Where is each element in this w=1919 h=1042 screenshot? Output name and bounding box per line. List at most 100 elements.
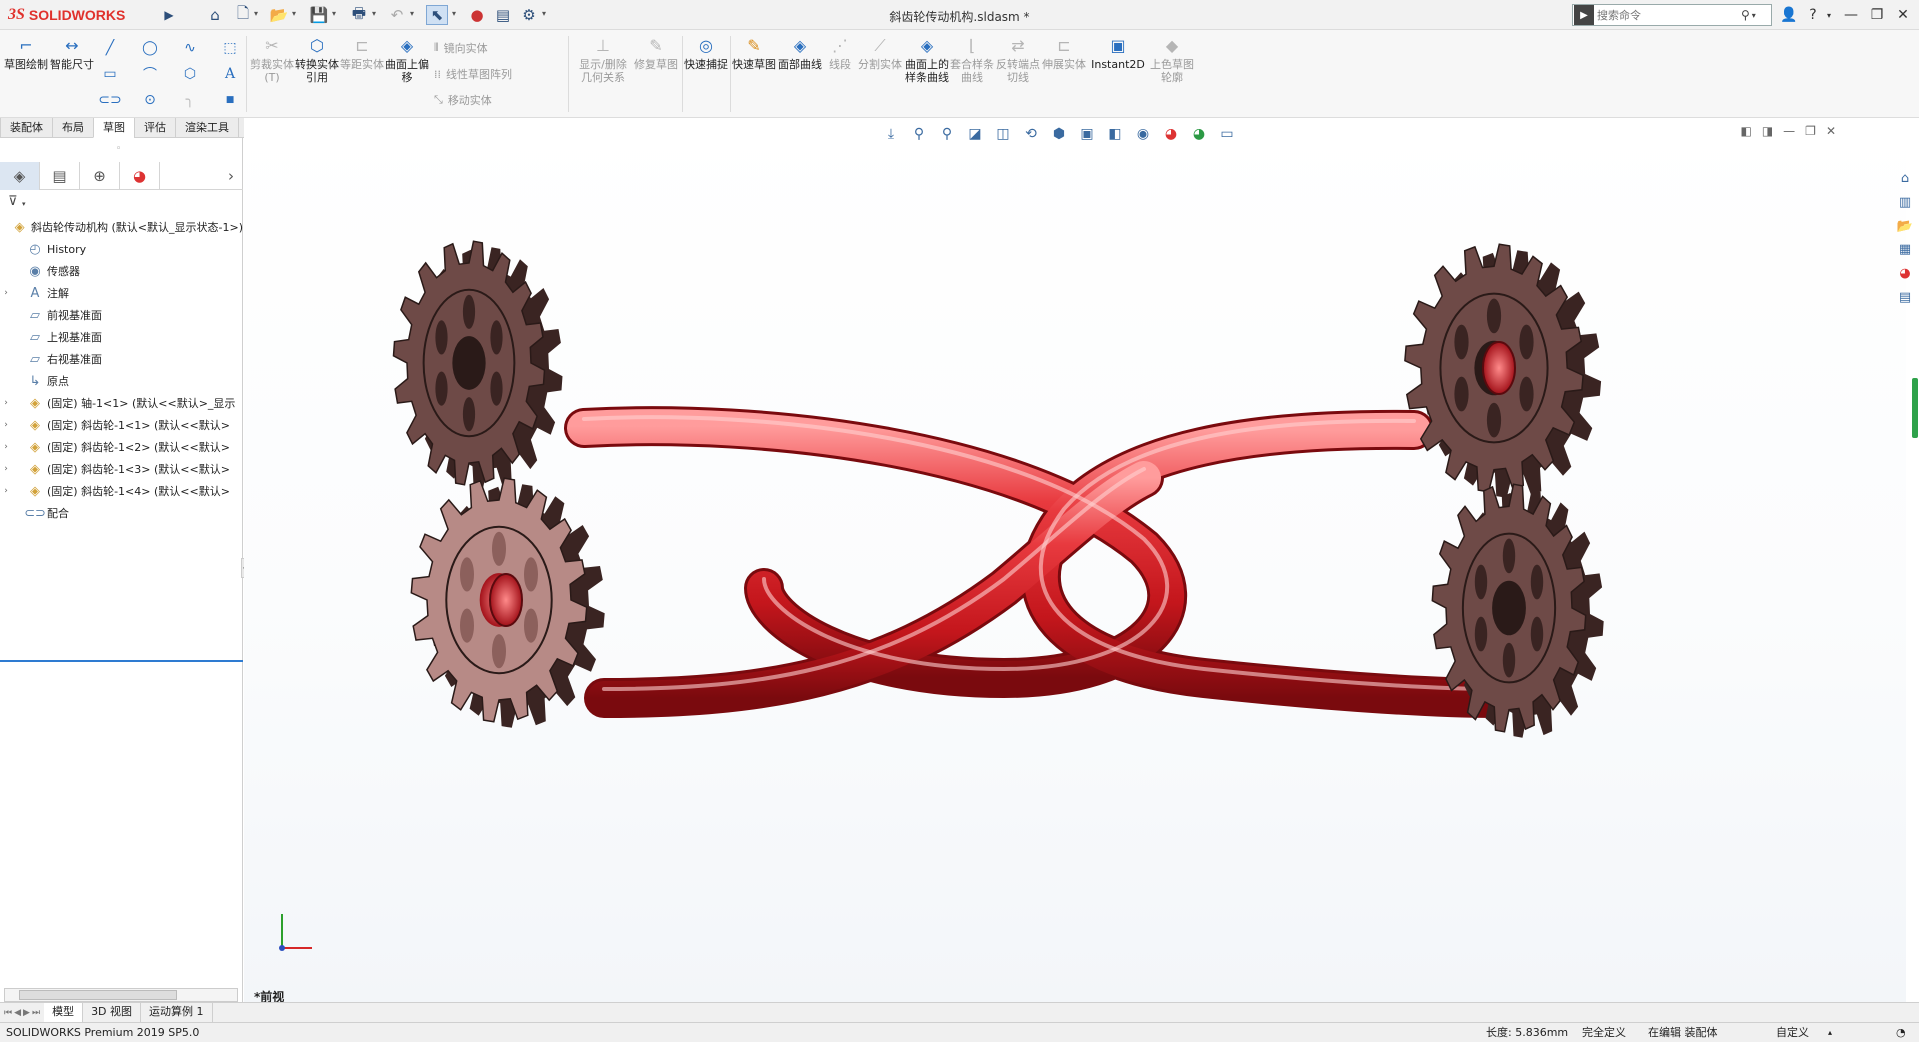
new-dropdown-icon[interactable]: ▾ — [254, 9, 258, 18]
panel-grip-icon[interactable]: ◦ — [116, 144, 121, 154]
expand-toggle-icon[interactable]: › — [0, 420, 12, 430]
spline-icon[interactable]: ∿ — [180, 38, 200, 58]
point-icon[interactable]: ⊙ — [140, 90, 160, 110]
expand-toggle-icon[interactable]: › — [0, 442, 12, 452]
user-icon[interactable]: 👤 — [1778, 5, 1800, 25]
scrollbar-thumb[interactable] — [19, 990, 177, 1000]
save-dropdown-icon[interactable]: ▾ — [332, 9, 336, 18]
help-dropdown-icon[interactable]: ▾ — [1818, 5, 1840, 25]
dashed-rect-icon[interactable]: ⬚ — [220, 38, 240, 58]
tree-item[interactable]: ▱ 前视基准面 — [0, 304, 243, 326]
view-palette-icon[interactable]: ▦ — [1894, 239, 1916, 261]
bottom-tab[interactable]: 模型 — [44, 1003, 84, 1022]
command-tab[interactable]: 布局 — [52, 118, 94, 138]
units-selector[interactable]: 自定义 — [1776, 1023, 1809, 1042]
menu-expand-icon[interactable]: ▶ — [158, 5, 180, 25]
linear-pattern-button[interactable]: ⁞⁞ 线性草图阵列 — [434, 66, 512, 82]
model-scene[interactable] — [244, 118, 1906, 1002]
next-tab-icon[interactable]: ▶ — [23, 1008, 30, 1018]
search-commands-icon[interactable]: ▶ — [1574, 5, 1594, 25]
tree-horizontal-scrollbar[interactable] — [4, 988, 238, 1002]
feature-manager-tab-icon[interactable]: ◈ — [0, 162, 40, 190]
expand-toggle-icon[interactable]: › — [0, 486, 12, 496]
tree-item[interactable]: › ◈ (固定) 轴-1<1> (默认<<默认>_显示 — [0, 392, 243, 414]
design-library-icon[interactable]: ▥ — [1894, 192, 1916, 214]
tree-item[interactable]: ▱ 上视基准面 — [0, 326, 243, 348]
open-dropdown-icon[interactable]: ▾ — [292, 9, 296, 18]
face-curves-button[interactable]: ◈ 面部曲线 — [778, 34, 822, 71]
tree-item[interactable]: ◉ 传感器 — [0, 260, 243, 282]
filter-dropdown-icon[interactable]: ▾ — [22, 200, 26, 208]
tree-item[interactable]: ⊂⊃ 配合 — [0, 502, 243, 524]
plane-small-icon[interactable]: ■ — [220, 90, 240, 110]
convert-entities-button[interactable]: ⬡ 转换实体引用 — [295, 34, 339, 84]
property-manager-tab-icon[interactable]: ▤ — [40, 162, 80, 190]
options-gear-icon[interactable]: ⚙ — [518, 5, 540, 25]
expand-toggle-icon[interactable]: › — [0, 464, 12, 474]
rebuild-icon[interactable]: ● — [466, 5, 488, 25]
repair-sketch-button[interactable]: ✎ 修复草图 — [634, 34, 678, 71]
graphics-area[interactable]: ⤓ ⚲ ⚲ ◪ ◫ ⟲ ⬢ ▣ ◧ ◉ ◕ ◕ ▭ ◧ ◨ — ❐ ✕ *前视 — [244, 118, 1906, 1004]
tree-item[interactable]: › A 注解 — [0, 282, 243, 304]
configuration-manager-tab-icon[interactable]: ⊕ — [80, 162, 120, 190]
command-tab[interactable]: 评估 — [134, 118, 176, 138]
undo-icon[interactable]: ↶ — [386, 5, 408, 25]
select-dropdown-icon[interactable]: ▾ — [452, 9, 456, 18]
undo-dropdown-icon[interactable]: ▾ — [410, 9, 414, 18]
panel-expand-icon[interactable]: › — [219, 162, 243, 190]
appearances-icon[interactable]: ◕ — [1894, 263, 1916, 285]
new-document-icon[interactable]: 🗋 — [232, 4, 254, 25]
line-icon[interactable]: ╱ — [100, 38, 120, 58]
rollback-bar[interactable] — [0, 660, 243, 662]
options-dropdown-icon[interactable]: ▾ — [542, 9, 546, 18]
select-icon[interactable]: ⬉ — [426, 5, 448, 25]
solidworks-resources-icon[interactable]: ⌂ — [1894, 168, 1916, 190]
stretch-entities-button[interactable]: ⊏ 伸展实体 — [1042, 34, 1086, 71]
save-icon[interactable]: 💾 — [308, 5, 330, 25]
tree-item[interactable]: › ◈ (固定) 斜齿轮-1<1> (默认<<默认> — [0, 414, 243, 436]
slot-icon[interactable]: ⊂⊃ — [98, 90, 121, 110]
print-dropdown-icon[interactable]: ▾ — [372, 9, 376, 18]
tree-item[interactable]: › ◈ (固定) 斜齿轮-1<3> (默认<<默认> — [0, 458, 243, 480]
last-tab-icon[interactable]: ⏭ — [32, 1008, 40, 1018]
split-entities-button[interactable]: ⟋ 分割实体 — [858, 34, 902, 71]
filter-icon[interactable]: ⊽ — [8, 194, 18, 209]
command-tab[interactable]: 渲染工具 — [175, 118, 239, 138]
expand-toggle-icon[interactable]: › — [0, 288, 12, 298]
display-delete-relations-button[interactable]: ⊥ 显示/删除几何关系 — [576, 34, 630, 84]
quick-tips-icon[interactable]: ◔ — [1896, 1023, 1906, 1042]
search-box[interactable]: ▶ ⚲ ▾ — [1572, 4, 1772, 26]
smart-dimension-button[interactable]: ↔ 智能尺寸 — [50, 34, 94, 71]
prev-tab-icon[interactable]: ◀ — [14, 1008, 21, 1018]
shaft-tube[interactable] — [564, 406, 1514, 718]
print-icon[interactable]: 🖶 — [348, 4, 370, 25]
search-icon[interactable]: ⚲ — [1741, 8, 1750, 22]
fillet-icon[interactable]: ╮ — [180, 90, 200, 110]
file-properties-icon[interactable]: ▤ — [492, 5, 514, 25]
polygon-icon[interactable]: ⬡ — [180, 64, 200, 84]
rapid-sketch-button[interactable]: ✎ 快速草图 — [732, 34, 776, 71]
move-entities-button[interactable]: ⤡ 移动实体 — [434, 92, 492, 108]
shaded-sketch-contours-button[interactable]: ◆ 上色草图轮廓 — [1150, 34, 1194, 84]
search-input[interactable] — [1597, 8, 1737, 22]
tree-item[interactable]: ↳ 原点 — [0, 370, 243, 392]
first-tab-icon[interactable]: ⏮ — [4, 1008, 12, 1018]
tree-item[interactable]: ▱ 右视基准面 — [0, 348, 243, 370]
rectangle-icon[interactable]: ▭ — [100, 64, 120, 84]
restore-icon[interactable]: ❐ — [1866, 5, 1888, 25]
command-tab[interactable]: 装配体 — [0, 118, 53, 138]
command-tab[interactable]: 草图 — [93, 118, 135, 138]
mirror-entities-button[interactable]: ⫴ 镜向实体 — [434, 40, 488, 56]
bottom-tab[interactable]: 运动算例 1 — [141, 1003, 213, 1022]
search-dropdown-icon[interactable]: ▾ — [1752, 11, 1756, 20]
tree-item[interactable]: ◴ History — [0, 238, 243, 260]
spline-on-surface-button[interactable]: ◈ 曲面上的样条曲线 — [902, 34, 952, 84]
open-icon[interactable]: 📂 — [268, 5, 290, 25]
home-icon[interactable]: ⌂ — [204, 5, 226, 25]
display-manager-tab-icon[interactable]: ◕ — [120, 162, 160, 190]
fit-spline-button[interactable]: ⌊ 套合样条曲线 — [950, 34, 994, 84]
task-pane-scroll-handle[interactable] — [1912, 378, 1918, 438]
minimize-icon[interactable]: — — [1840, 5, 1862, 25]
sketch-button[interactable]: ⌐ 草图绘制 — [4, 34, 48, 71]
expand-toggle-icon[interactable]: › — [0, 398, 12, 408]
